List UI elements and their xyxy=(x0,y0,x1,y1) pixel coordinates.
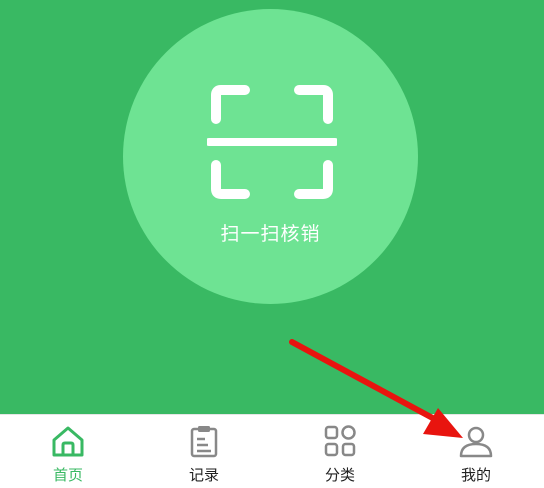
scan-label: 扫一扫核销 xyxy=(220,223,321,245)
tab-mine[interactable]: 我的 xyxy=(408,415,544,488)
tab-home[interactable]: 首页 xyxy=(0,415,136,488)
clipboard-icon xyxy=(190,426,218,458)
tab-categories-label: 分类 xyxy=(324,466,355,484)
scan-frame-icon xyxy=(207,85,337,199)
scan-button[interactable]: 扫一扫核销 xyxy=(123,9,418,304)
user-icon xyxy=(459,426,493,458)
tab-mine-label: 我的 xyxy=(460,466,491,484)
tab-home-label: 首页 xyxy=(52,466,83,484)
bottom-tab-bar: 首页 记录 分类 我的 xyxy=(0,414,544,487)
main-area: 扫一扫核销 xyxy=(0,0,544,414)
tab-records[interactable]: 记录 xyxy=(136,415,272,488)
tab-categories[interactable]: 分类 xyxy=(272,415,408,488)
tab-records-label: 记录 xyxy=(188,466,219,484)
grid-icon xyxy=(324,425,356,457)
home-icon xyxy=(52,426,84,457)
